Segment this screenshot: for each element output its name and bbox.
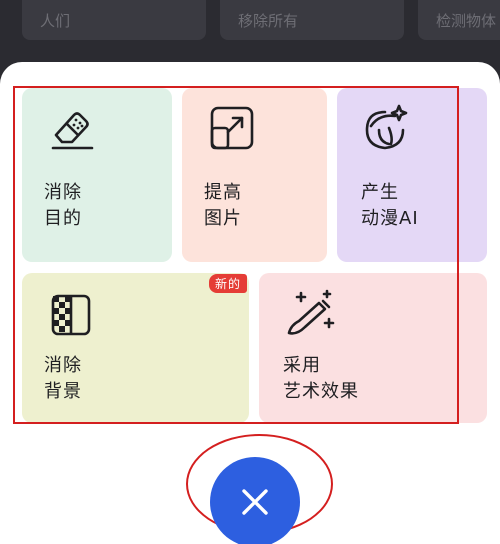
close-button[interactable] xyxy=(210,457,300,544)
top-pill-remove-all[interactable]: 移除所有 xyxy=(220,0,404,40)
annotation-rectangle xyxy=(13,86,459,424)
top-pill-detect-objects[interactable]: 检测物体 xyxy=(418,0,500,40)
top-pill-people[interactable]: 人们 xyxy=(22,0,206,40)
close-icon xyxy=(242,489,268,515)
top-category-bar: 人们 移除所有 检测物体 xyxy=(0,0,500,60)
